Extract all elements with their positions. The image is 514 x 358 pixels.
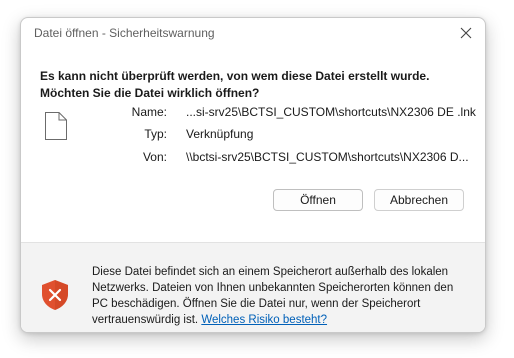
name-label: Name: <box>131 105 167 119</box>
risk-info-link[interactable]: Welches Risiko besteht? <box>201 314 327 326</box>
question-text: Es kann nicht überprüft werden, von wem … <box>40 68 429 102</box>
warning-footer: Diese Datei befindet sich an einem Speic… <box>21 242 485 332</box>
from-value: \\bctsi-srv25\BCTSI_CUSTOM\shortcuts\NX2… <box>186 150 469 164</box>
question-line-2: Möchten Sie die Datei wirklich öffnen? <box>40 86 260 100</box>
type-label: Typ: <box>144 127 167 141</box>
close-button[interactable] <box>453 21 479 45</box>
cancel-button[interactable]: Abbrechen <box>374 189 464 211</box>
question-line-1: Es kann nicht überprüft werden, von wem … <box>40 69 430 83</box>
shield-warning-icon <box>42 280 68 310</box>
warning-text-block: Diese Datei befindet sich an einem Speic… <box>92 264 472 328</box>
security-warning-dialog: Datei öffnen - Sicherheitswarnung Es kan… <box>20 17 486 333</box>
type-value: Verknüpfung <box>186 127 254 141</box>
open-button[interactable]: Öffnen <box>273 189 363 211</box>
close-icon <box>460 27 472 39</box>
title-bar: Datei öffnen - Sicherheitswarnung <box>21 18 485 48</box>
window-title: Datei öffnen - Sicherheitswarnung <box>34 26 215 40</box>
document-icon <box>45 112 67 140</box>
name-value: ...si-srv25\BCTSI_CUSTOM\shortcuts\NX230… <box>186 105 476 119</box>
from-label: Von: <box>142 150 167 164</box>
